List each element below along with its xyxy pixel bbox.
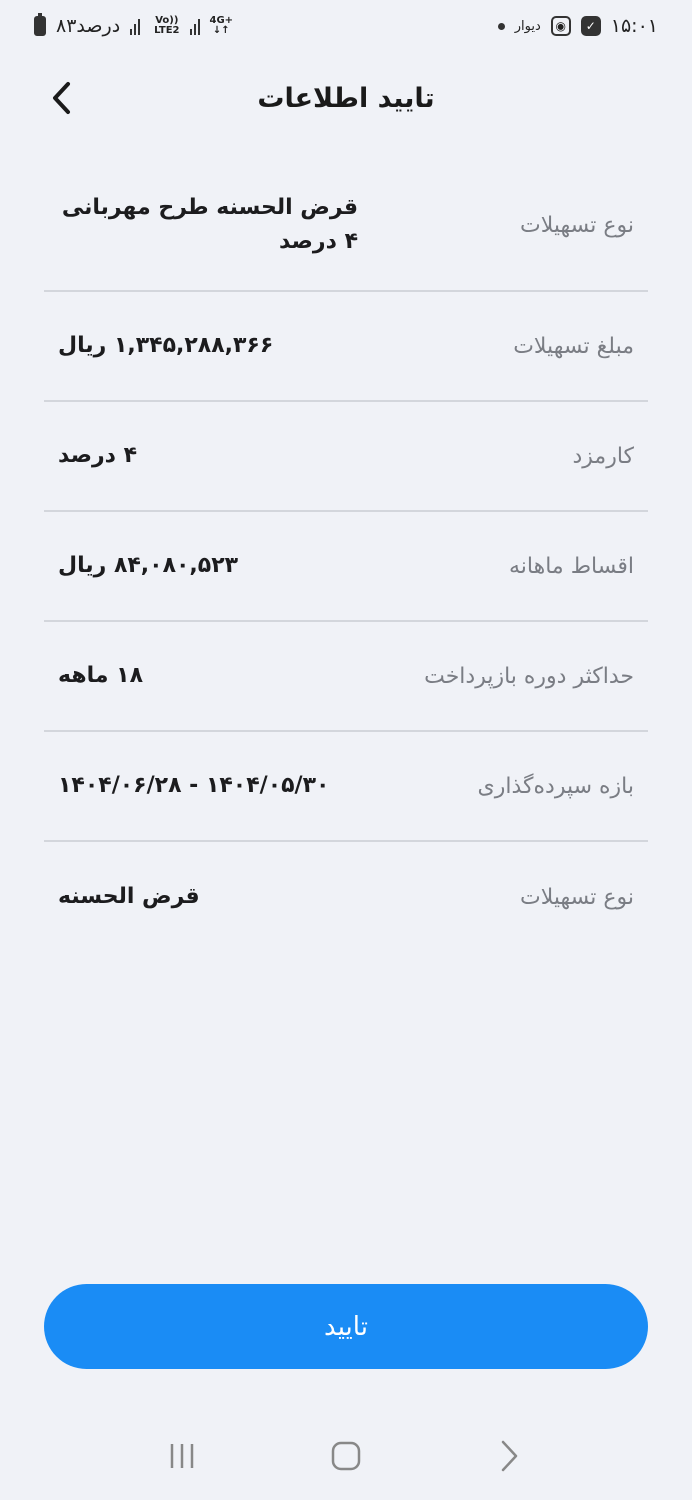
header: تایید اطلاعات: [0, 62, 692, 134]
info-row-facility-type: قرض الحسنه طرح مهربانی ۴ درصد نوع تسهیلا…: [44, 160, 648, 292]
info-list: قرض الحسنه طرح مهربانی ۴ درصد نوع تسهیلا…: [44, 160, 648, 952]
volte-indicator: Vo)) LTE2: [154, 15, 180, 36]
status-right: دیوار ◉ ✓ ۱۵:۰۱: [497, 15, 658, 37]
back-button[interactable]: [40, 76, 84, 120]
battery-icon: [34, 13, 46, 36]
check-box-icon: ✓: [580, 16, 601, 36]
page-title: تایید اطلاعات: [257, 82, 435, 114]
chevron-left-icon: [53, 82, 70, 114]
info-row-facility-amount: ۱,۳۴۵,۲۸۸,۳۶۶ ریال مبلغ تسهیلات: [44, 292, 648, 402]
status-left: ۸۳درصد Vo)) LTE2 4G+ ↓↑: [34, 13, 234, 37]
battery-percent: ۸۳درصد: [56, 15, 121, 37]
info-row-repayment-period: ۱۸ ماهه حداکثر دوره بازپرداخت: [44, 622, 648, 732]
instagram-icon: ◉: [550, 16, 571, 36]
signal-2-icon: [189, 17, 200, 35]
info-value: ۴ درصد: [58, 443, 138, 468]
info-label: نوع تسهیلات: [520, 212, 634, 238]
info-value: ۱,۳۴۵,۲۸۸,۳۶۶ ریال: [58, 333, 274, 358]
info-label: نوع تسهیلات: [520, 884, 634, 910]
info-value: ۱۸ ماهه: [58, 663, 143, 688]
confirm-button-label: تایید: [324, 1311, 368, 1342]
signal-icon: [130, 17, 144, 35]
info-label: بازه سپرده‌گذاری: [477, 773, 634, 799]
info-label: کارمزد: [572, 443, 634, 469]
info-row-deposit-range: ۱۴۰۴/۰۵/۳۰ - ۱۴۰۴/۰۶/۲۸ بازه سپرده‌گذاری: [44, 732, 648, 842]
info-row-fee: ۴ درصد کارمزد: [44, 402, 648, 512]
info-value: ۱۴۰۴/۰۵/۳۰ - ۱۴۰۴/۰۶/۲۸: [58, 773, 330, 798]
info-value: ۸۴,۰۸۰,۵۲۳ ریال: [58, 553, 239, 578]
nav-home-button[interactable]: [316, 1426, 376, 1486]
status-bar: ۸۳درصد Vo)) LTE2 4G+ ↓↑ دیوار ◉ ✓ ۱۵:۰۱: [0, 0, 692, 52]
info-label: مبلغ تسهیلات: [513, 333, 634, 359]
nav-back-button[interactable]: [480, 1426, 540, 1486]
divar-app-label: دیوار: [514, 18, 541, 34]
info-value: قرض الحسنه: [58, 884, 200, 909]
info-label: اقساط ماهانه: [508, 553, 634, 579]
info-row-monthly-installment: ۸۴,۰۸۰,۵۲۳ ریال اقساط ماهانه: [44, 512, 648, 622]
network-indicator: 4G+ ↓↑: [209, 15, 234, 36]
home-icon: [331, 1441, 361, 1471]
system-nav-bar: [0, 1412, 692, 1500]
nav-recents-button[interactable]: [152, 1426, 212, 1486]
recents-icon: [170, 1444, 194, 1468]
info-row-facility-type-2: قرض الحسنه نوع تسهیلات: [44, 842, 648, 952]
notification-dot-icon: [497, 22, 505, 30]
info-value: قرض الحسنه طرح مهربانی ۴ درصد: [61, 195, 358, 254]
confirm-button[interactable]: تایید: [44, 1284, 648, 1369]
info-label: حداکثر دوره بازپرداخت: [424, 663, 634, 689]
clock: ۱۵:۰۱: [610, 15, 658, 37]
back-icon: [501, 1440, 518, 1472]
